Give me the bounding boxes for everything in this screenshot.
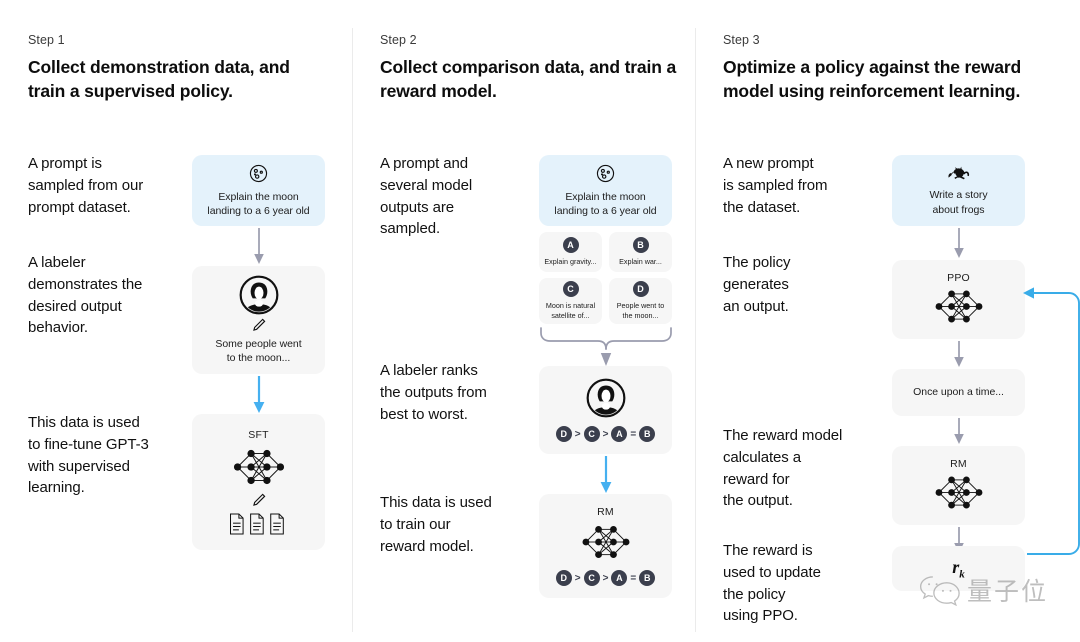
ppo-model-card[interactable]: PPO	[892, 260, 1025, 339]
pencil-icon	[251, 317, 267, 333]
step-3-paragraph-3: The reward model calculates a reward for…	[723, 427, 843, 510]
labeler-icon	[586, 378, 626, 418]
step-2-paragraph-1: A prompt and several model outputs are s…	[380, 155, 473, 238]
labeler-icon	[239, 275, 279, 315]
arrow-gray-4	[950, 418, 968, 446]
prompt-card[interactable]: Explain the moon landing to a 6 year old	[539, 155, 672, 226]
ppo-label: PPO	[947, 271, 970, 284]
output-text-a: Explain gravity...	[544, 256, 597, 266]
neural-network-icon	[930, 285, 988, 328]
arrow-gray-1	[250, 228, 268, 266]
prompt-card-text: Explain the moon landing to a 6 year old	[207, 190, 310, 217]
moon-icon	[248, 163, 269, 184]
step-3-paragraph-1: A new prompt is sampled from the dataset…	[723, 155, 828, 216]
rank-op-0: >	[574, 428, 581, 440]
output-text-d: People went to the moon...	[616, 300, 665, 320]
step-3-paragraph-2: The policy generates an output.	[723, 254, 791, 315]
output-text-b: Explain war...	[619, 256, 662, 266]
sft-model-card[interactable]: SFT	[192, 414, 325, 550]
sft-label: SFT	[248, 428, 269, 441]
output-badge-a: A	[562, 236, 579, 253]
prompt-card-text: Explain the moon landing to a 6 year old	[554, 190, 657, 217]
rank-item-2: A	[611, 426, 628, 442]
feedback-loop-arrow	[1021, 286, 1080, 571]
step-2-label: Step 2	[380, 33, 417, 47]
rlhf-diagram: Step 1 Collect demonstration data, and t…	[0, 0, 1080, 642]
rank-op-2: =	[630, 572, 637, 584]
rm-label: RM	[950, 457, 967, 470]
rank-item-3: B	[639, 570, 656, 586]
arrow-blue-1	[250, 376, 268, 414]
rank-item-0: D	[555, 426, 572, 442]
wechat-icon	[918, 574, 962, 606]
rank-item-2: A	[611, 570, 628, 586]
neural-network-icon	[228, 444, 290, 490]
step-1-title: Collect demonstration data, and train a …	[28, 57, 290, 102]
generated-output-text: Once upon a time...	[913, 386, 1004, 399]
prompt-card[interactable]: Explain the moon landing to a 6 year old	[192, 155, 325, 226]
output-card-b[interactable]: B Explain war...	[609, 232, 672, 272]
step-2-paragraph-3: This data is used to train our reward mo…	[380, 494, 492, 555]
rank-op-0: >	[574, 572, 581, 584]
moon-icon	[595, 163, 616, 184]
step-1-paragraph-2: A labeler demonstrates the desired outpu…	[28, 254, 143, 337]
rank-item-1: C	[583, 570, 600, 586]
step-3-label: Step 3	[723, 33, 760, 47]
documents-icon	[228, 512, 290, 536]
watermark-text: 量子位	[967, 577, 1049, 606]
rank-op-1: >	[602, 428, 609, 440]
rank-op-2: =	[630, 428, 637, 440]
step-1-column: Step 1 Collect demonstration data, and t…	[0, 0, 352, 642]
rm-model-card[interactable]: RM	[892, 446, 1025, 525]
rm-label: RM	[597, 506, 614, 518]
neural-network-icon	[930, 471, 988, 514]
watermark: 量子位	[918, 572, 1048, 608]
frog-icon	[946, 164, 972, 182]
ranking-row: D > C > A = B	[555, 426, 656, 442]
labeler-demo-text: Some people went to the moon...	[215, 337, 302, 364]
output-badge-b: B	[632, 236, 649, 253]
step-1-label: Step 1	[28, 33, 65, 47]
output-card-c[interactable]: C Moon is natural satellite of...	[539, 278, 602, 324]
step-2-paragraph-2: A labeler ranks the outputs from best to…	[380, 362, 487, 423]
ranking-row: D > C > A = B	[555, 570, 656, 586]
rank-item-0: D	[555, 570, 572, 586]
step-2-title: Collect comparison data, and train a rew…	[380, 57, 677, 102]
rank-op-1: >	[602, 572, 609, 584]
brace-arrow	[537, 326, 675, 368]
pencil-icon	[251, 492, 267, 508]
output-badge-c: C	[562, 280, 579, 297]
step-3-title: Optimize a policy against the reward mod…	[723, 57, 1022, 102]
step-1-paragraph-3: This data is used to fine-tune GPT-3 wit…	[28, 414, 149, 497]
labeler-demo-card[interactable]: Some people went to the moon...	[192, 266, 325, 374]
step-2-column: Step 2 Collect comparison data, and trai…	[353, 0, 695, 642]
step-1-paragraph-1: A prompt is sampled from our prompt data…	[28, 155, 144, 216]
output-card-a[interactable]: A Explain gravity...	[539, 232, 602, 272]
rank-item-1: C	[583, 426, 600, 442]
arrow-gray-2	[950, 228, 968, 260]
output-badge-d: D	[632, 280, 649, 297]
new-prompt-card[interactable]: Write a story about frogs	[892, 155, 1025, 226]
generated-output-card[interactable]: Once upon a time...	[892, 369, 1025, 416]
output-card-d[interactable]: D People went to the moon...	[609, 278, 672, 324]
neural-network-icon	[577, 520, 635, 564]
rank-item-3: B	[639, 426, 656, 442]
labeler-ranking-card[interactable]: D > C > A = B	[539, 366, 672, 454]
new-prompt-text: Write a story about frogs	[929, 189, 988, 216]
step-3-column: Step 3 Optimize a policy against the rew…	[696, 0, 1080, 642]
rm-model-card[interactable]: RM D > C > A = B	[539, 494, 672, 598]
arrow-blue-2	[597, 456, 615, 494]
step-3-paragraph-4: The reward is used to update the policy …	[723, 542, 821, 625]
output-text-c: Moon is natural satellite of...	[545, 300, 596, 320]
arrow-gray-3	[950, 341, 968, 369]
